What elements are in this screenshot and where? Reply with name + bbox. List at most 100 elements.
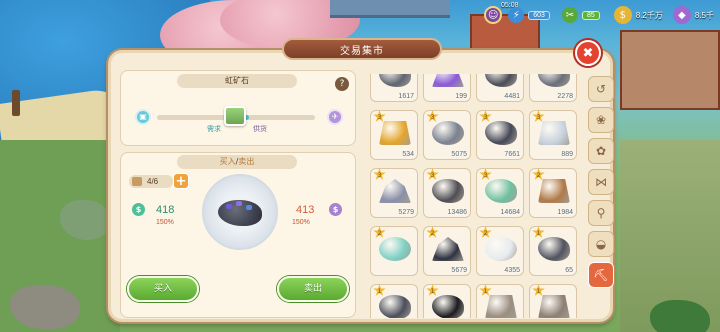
material-slot[interactable]: 3 13486 <box>423 168 471 218</box>
material-slot[interactable]: 3 5075 <box>423 110 471 160</box>
sell-button[interactable]: 卖出 <box>277 276 349 302</box>
material-icon <box>432 121 464 145</box>
material-quantity: 534 <box>402 151 414 158</box>
material-slot[interactable]: 11475 <box>423 284 471 318</box>
tab-history[interactable]: ↺ <box>588 76 614 102</box>
material-icon <box>538 237 570 261</box>
item-name: 虹矿石 <box>177 74 297 88</box>
rarity-star-icon: 3 <box>373 168 386 180</box>
panel-title: 交易集市 <box>282 38 442 60</box>
inventory-count: 4/6 <box>129 175 173 188</box>
material-quantity: 1617 <box>398 93 414 100</box>
history-icon: ↺ <box>595 82 607 96</box>
rarity-star-icon: 2 <box>479 226 492 238</box>
rarity-star-icon: 1 <box>532 226 545 238</box>
tab-flower[interactable]: ✿ <box>588 138 614 164</box>
material-quantity: 2278 <box>557 93 573 100</box>
material-quantity: 5679 <box>451 267 467 274</box>
close-button[interactable]: ✖ <box>575 40 601 66</box>
material-slot[interactable]: 2 5679 <box>423 226 471 276</box>
material-icon <box>538 179 570 203</box>
material-icon <box>485 74 517 87</box>
tree-bush <box>650 300 710 332</box>
material-slot[interactable]: 2 <box>370 226 418 276</box>
rarity-star-icon: 1 <box>426 284 439 296</box>
material-icon <box>432 179 464 203</box>
material-slot[interactable]: 3 14684 <box>476 168 524 218</box>
material-quantity: 1984 <box>557 209 573 216</box>
material-slot[interactable]: 2 1984 <box>529 168 577 218</box>
help-icon[interactable]: ? <box>335 77 349 91</box>
material-icon <box>379 74 411 87</box>
material-quantity: 5075 <box>451 151 467 158</box>
material-slot[interactable]: 4481 <box>476 74 524 102</box>
house-wall <box>620 30 720 110</box>
material-slot[interactable]: 3 5279 <box>370 168 418 218</box>
rarity-star-icon: 2 <box>373 226 386 238</box>
material-slot[interactable]: 3 534 <box>370 110 418 160</box>
material-icon <box>538 295 570 318</box>
material-slot[interactable]: 2278 <box>529 74 577 102</box>
material-slot[interactable]: 111885 <box>370 284 418 318</box>
supply-label: 供货 <box>253 125 267 133</box>
sell-percent: 150% <box>292 219 310 226</box>
material-icon <box>538 74 570 87</box>
energy-icon: ⚡ <box>508 7 525 23</box>
fish-icon: ⋈ <box>595 175 607 189</box>
tab-herb[interactable]: ❀ <box>588 107 614 133</box>
material-slot[interactable]: 3 889 <box>529 110 577 160</box>
material-icon <box>379 121 411 145</box>
tab-fish[interactable]: ⋈ <box>588 169 614 195</box>
material-icon <box>432 74 464 87</box>
item-detail: 虹矿石 ? ▣ ✈ 需求 供货 买入/卖出 4/6 + $ 418 150% 4… <box>120 70 356 318</box>
ore-gem <box>236 201 242 206</box>
sell-price: 413 <box>296 204 315 216</box>
material-quantity: 7661 <box>504 151 520 158</box>
material-icon <box>379 237 411 261</box>
bag-icon <box>132 177 142 186</box>
rarity-star-icon: 2 <box>426 226 439 238</box>
material-quantity: 5279 <box>398 209 414 216</box>
rarity-star-icon: 3 <box>426 168 439 180</box>
coin-icon: $ <box>613 6 632 24</box>
material-quantity: 14684 <box>500 209 520 216</box>
rarity-star-icon: 3 <box>479 168 492 180</box>
material-slot[interactable]: 1617 <box>370 74 418 102</box>
supply-icon: ✈ <box>327 109 343 125</box>
material-slot[interactable]: 15383 <box>529 284 577 318</box>
tab-bug[interactable]: ⚲ <box>588 200 614 226</box>
material-icon <box>538 121 570 145</box>
gem-value: 8.5千 <box>694 10 714 20</box>
buy-button[interactable]: 买入 <box>127 276 199 302</box>
stamina-value: 85 <box>581 10 600 20</box>
tab-shell[interactable]: ◒ <box>588 231 614 257</box>
demand-icon: ▣ <box>135 109 151 125</box>
shell-icon: ◒ <box>595 237 607 251</box>
material-icon <box>485 121 517 145</box>
material-slot[interactable]: 2 4355 <box>476 226 524 276</box>
material-icon <box>379 295 411 318</box>
add-capacity-button[interactable]: + <box>173 173 189 189</box>
buy-coin-icon: $ <box>132 203 145 216</box>
material-slot[interactable]: 11776 <box>476 284 524 318</box>
material-icon <box>485 295 517 318</box>
avatar-icon[interactable]: ☺ <box>484 6 503 24</box>
mineral-icon: ⛏ <box>593 268 609 282</box>
material-slot[interactable]: 1 65 <box>529 226 577 276</box>
material-slot[interactable]: 3 7661 <box>476 110 524 160</box>
demand-label: 需求 <box>207 125 221 133</box>
item-info-box: 虹矿石 ? ▣ ✈ 需求 供货 <box>120 70 356 146</box>
coin-value: 8.2千万 <box>635 10 663 20</box>
energy-value: 603 <box>528 10 550 20</box>
material-slot[interactable]: 199 <box>423 74 471 102</box>
rarity-star-icon: 3 <box>426 110 439 122</box>
rarity-star-icon: 1 <box>373 284 386 296</box>
tab-mineral[interactable]: ⛏ <box>588 262 614 288</box>
flower-icon: ✿ <box>595 144 607 158</box>
sell-coin-icon: $ <box>329 203 342 216</box>
material-icon <box>432 295 464 318</box>
material-grid: 1617 199 4481 2278 3 534 3 5075 3 7661 3 889 3 5279 3 1… <box>368 74 585 318</box>
herb-icon: ❀ <box>595 113 607 127</box>
material-quantity: 199 <box>455 93 467 100</box>
ore-gem <box>226 204 232 209</box>
